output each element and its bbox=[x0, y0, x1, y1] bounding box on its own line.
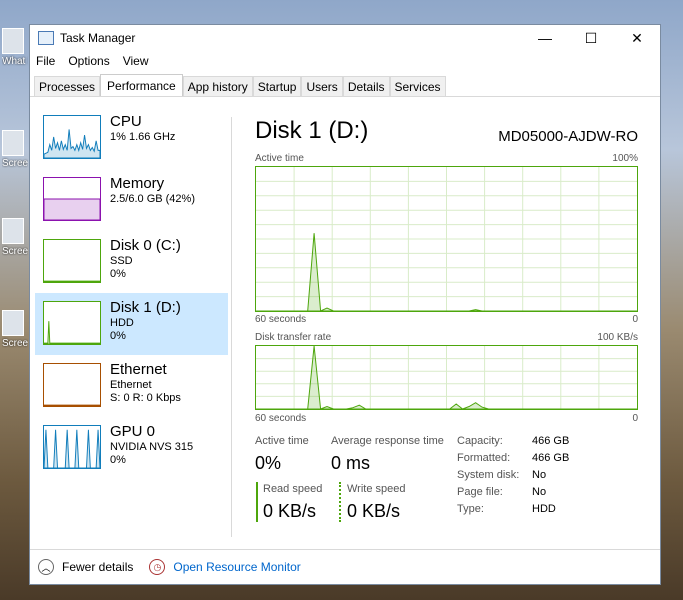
write-legend-line bbox=[339, 482, 341, 522]
property-row: Page file: No bbox=[457, 484, 569, 501]
item-sub: S: 0 R: 0 Kbps bbox=[110, 392, 181, 404]
close-button[interactable]: ✕ bbox=[614, 25, 660, 51]
minimize-button[interactable]: — bbox=[522, 25, 568, 51]
property-key: Capacity: bbox=[457, 435, 503, 447]
item-sub: SSD bbox=[110, 255, 133, 267]
chevron-up-icon[interactable]: ︿ bbox=[38, 559, 54, 575]
graph-xlabel: 60 seconds bbox=[255, 413, 307, 424]
desktop-icon[interactable]: Scree 2024- bbox=[2, 218, 28, 257]
tab-startup[interactable]: Startup bbox=[252, 76, 302, 96]
active-time-value: 0% bbox=[255, 453, 282, 473]
item-sub: NVIDIA NVS 315 bbox=[110, 441, 194, 453]
item-name: Memory bbox=[110, 175, 165, 192]
tab-bar: Processes Performance App history Startup Us… bbox=[34, 74, 446, 96]
active-time-graph bbox=[255, 166, 638, 312]
graph-max: 100 KB/s bbox=[597, 332, 638, 343]
active-time-label: Active time bbox=[255, 435, 309, 447]
menu-options[interactable]: Options bbox=[68, 54, 109, 68]
write-speed-label: Write speed bbox=[347, 483, 406, 495]
item-sub: 0% bbox=[110, 268, 126, 280]
tab-services[interactable]: Services bbox=[389, 76, 446, 96]
read-speed-value: 0 KB/s bbox=[263, 501, 317, 521]
graph-label: Disk transfer rate bbox=[255, 332, 332, 343]
footer: ︿ Fewer details ◷ Open Resource Monitor bbox=[30, 549, 660, 584]
sidebar-item-disk-0-c[interactable]: Disk 0 (C:) SSD 0% bbox=[35, 231, 228, 293]
transfer-rate-graph bbox=[255, 345, 638, 410]
avg-response-value: 0 ms bbox=[331, 453, 371, 473]
property-value: 466 GB bbox=[532, 435, 570, 447]
tab-details[interactable]: Details bbox=[342, 76, 390, 96]
property-row: Type: HDD bbox=[457, 501, 569, 518]
task-manager-window: Task Manager — ☐ ✕ File Options View Pro… bbox=[29, 24, 661, 585]
desktop-icon[interactable]: Scree 2024- bbox=[2, 130, 28, 169]
graph-max: 100% bbox=[612, 153, 638, 164]
maximize-button[interactable]: ☐ bbox=[568, 25, 614, 51]
item-name: CPU bbox=[110, 113, 142, 130]
task-manager-icon bbox=[38, 31, 54, 45]
desktop: What Image Scree 2024- Scree 2024- Scree… bbox=[0, 0, 29, 600]
tab-users[interactable]: Users bbox=[301, 76, 343, 96]
tab-processes[interactable]: Processes bbox=[34, 76, 101, 96]
property-row: Capacity: 466 GB bbox=[457, 433, 569, 450]
read-legend-line bbox=[256, 482, 258, 522]
sidebar-item-memory[interactable]: Memory 2.5/6.0 GB (42%) bbox=[35, 169, 228, 231]
desktop-icon[interactable]: Scree 2024- bbox=[2, 310, 28, 349]
menu-view[interactable]: View bbox=[123, 54, 149, 68]
resource-monitor-icon: ◷ bbox=[149, 559, 166, 575]
item-sub: HDD bbox=[110, 317, 134, 329]
property-key: System disk: bbox=[457, 469, 520, 481]
desktop-icon[interactable]: What Image bbox=[2, 28, 28, 67]
mini-graph bbox=[43, 239, 101, 283]
sidebar-item-cpu[interactable]: CPU 1% 1.66 GHz bbox=[35, 107, 228, 169]
property-key: Page file: bbox=[457, 486, 503, 498]
sidebar-item-gpu-0[interactable]: GPU 0 NVIDIA NVS 315 0% bbox=[35, 417, 228, 479]
property-value: HDD bbox=[532, 503, 556, 515]
item-name: GPU 0 bbox=[110, 423, 156, 440]
disk-model: MD05000-AJDW-RO bbox=[498, 128, 638, 145]
property-value: No bbox=[532, 469, 547, 481]
property-row: System disk: No bbox=[457, 467, 569, 484]
fewer-details-button[interactable]: Fewer details bbox=[62, 560, 133, 574]
graph-label: Active time bbox=[255, 153, 304, 164]
read-speed-label: Read speed bbox=[263, 483, 323, 495]
tab-performance[interactable]: Performance bbox=[100, 74, 183, 96]
sidebar-item-disk-1-d[interactable]: Disk 1 (D:) HDD 0% bbox=[35, 293, 228, 355]
graph-min: 0 bbox=[632, 314, 638, 325]
menu-bar: File Options View bbox=[30, 51, 660, 71]
sidebar-item-ethernet[interactable]: Ethernet Ethernet S: 0 R: 0 Kbps bbox=[35, 355, 228, 417]
item-name: Ethernet bbox=[110, 361, 167, 378]
avg-response-label: Average response time bbox=[331, 435, 444, 447]
open-resource-monitor-link[interactable]: Open Resource Monitor bbox=[173, 560, 300, 574]
property-value: No bbox=[532, 486, 547, 498]
window-title: Task Manager bbox=[60, 31, 136, 45]
write-speed-value: 0 KB/s bbox=[347, 501, 401, 521]
item-sub: 2.5/6.0 GB (42%) bbox=[110, 193, 195, 205]
item-name: Disk 1 (D:) bbox=[110, 299, 181, 316]
item-sub: 0% bbox=[110, 454, 126, 466]
property-key: Formatted: bbox=[457, 452, 511, 464]
resource-list: CPU 1% 1.66 GHz Memory 2.5/6.0 GB (42%) … bbox=[35, 107, 228, 479]
item-sub: 0% bbox=[110, 330, 126, 342]
menu-file[interactable]: File bbox=[36, 54, 55, 68]
mini-graph bbox=[43, 115, 101, 159]
item-sub: 1% 1.66 GHz bbox=[110, 131, 176, 143]
mini-graph bbox=[43, 177, 101, 221]
graph-xlabel: 60 seconds bbox=[255, 314, 307, 325]
property-key: Type: bbox=[457, 503, 484, 515]
page-title: Disk 1 (D:) bbox=[255, 117, 369, 144]
item-name: Disk 0 (C:) bbox=[110, 237, 181, 254]
property-row: Formatted: 466 GB bbox=[457, 450, 569, 467]
mini-graph bbox=[43, 425, 101, 469]
item-sub: Ethernet bbox=[110, 379, 152, 391]
graph-min: 0 bbox=[632, 413, 638, 424]
mini-graph bbox=[43, 363, 101, 407]
disk-properties: Capacity: 466 GB Formatted: 466 GB System di… bbox=[457, 433, 569, 518]
divider bbox=[231, 117, 232, 537]
mini-graph bbox=[43, 301, 101, 345]
property-value: 466 GB bbox=[532, 452, 570, 464]
tab-app-history[interactable]: App history bbox=[182, 76, 253, 96]
